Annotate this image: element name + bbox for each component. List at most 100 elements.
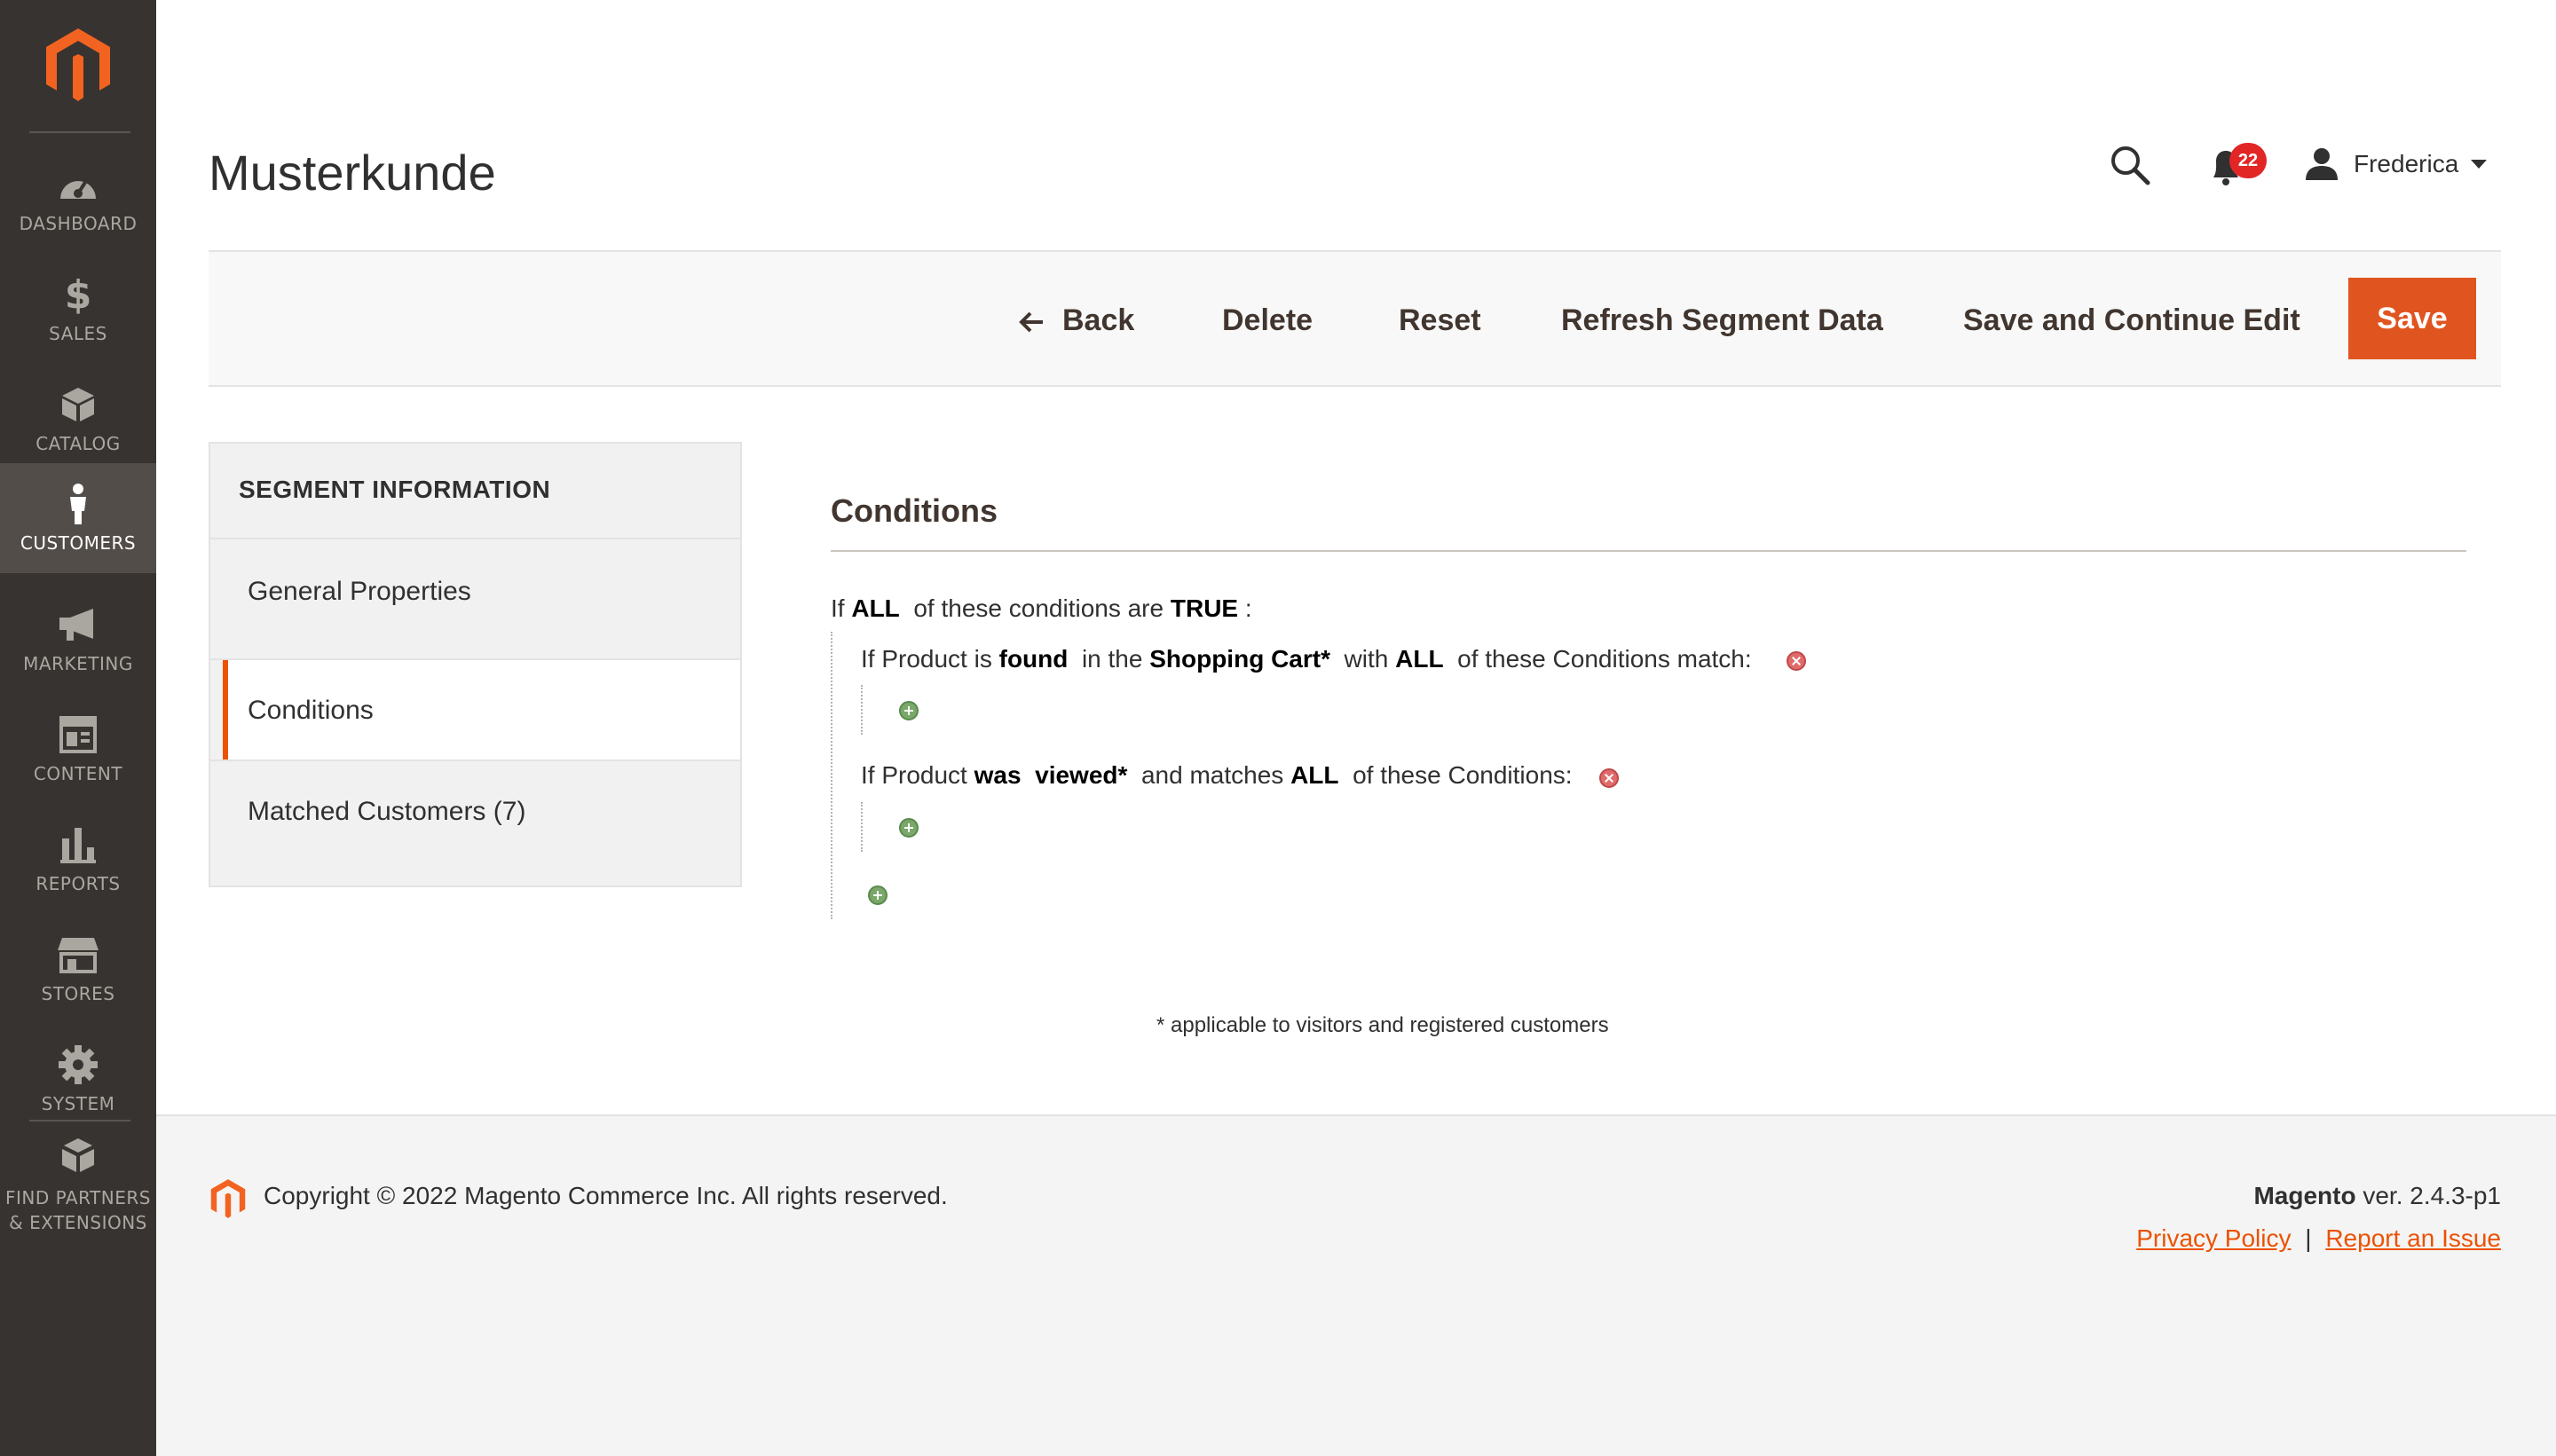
sidebar-divider [29, 1120, 130, 1122]
sidebar-item-marketing[interactable]: MARKETING [0, 584, 156, 694]
add-condition-icon[interactable] [868, 885, 888, 905]
add-condition-icon[interactable] [899, 818, 919, 838]
user-icon [2306, 148, 2338, 180]
sidebar-item-label: DASHBOARD [19, 213, 138, 234]
condition-tree-line [861, 802, 863, 852]
section-divider [831, 550, 2466, 552]
admin-sidebar: DASHBOARD $ SALES CATALOG CUSTOMERS MARK… [0, 0, 156, 1456]
action-select[interactable]: viewed* [1035, 761, 1127, 789]
dollar-icon: $ [64, 272, 92, 318]
operator-select[interactable]: was [974, 761, 1022, 789]
sidebar-item-reports[interactable]: REPORTS [0, 804, 156, 914]
tab-label: General Properties [248, 577, 471, 606]
condition-text: If Product is [861, 645, 992, 673]
link-separator: | [2305, 1224, 2312, 1252]
bar-chart-icon [0, 823, 156, 866]
segment-information-tabs: SEGMENT INFORMATION General Properties C… [209, 442, 742, 887]
add-condition-icon[interactable] [899, 701, 919, 720]
reset-button[interactable]: Reset [1399, 298, 1481, 342]
user-menu[interactable]: Frederica [2304, 142, 2488, 186]
condition-rule-shopping-cart: If Product is found in the Shopping Cart… [861, 645, 1752, 673]
condition-tree-line [831, 632, 832, 919]
cubes-icon [0, 1136, 156, 1178]
condition-root: If ALL of these conditions are TRUE : [831, 594, 1252, 623]
found-select[interactable]: found [999, 645, 1069, 673]
sidebar-item-system[interactable]: SYSTEM [0, 1024, 156, 1134]
person-icon [0, 483, 156, 525]
storefront-icon [0, 933, 156, 976]
remove-condition-icon[interactable] [1787, 651, 1806, 671]
sidebar-item-stores[interactable]: STORES [0, 914, 156, 1024]
layout-icon [0, 713, 156, 756]
chevron-down-icon [2471, 160, 2488, 169]
search-icon[interactable] [2109, 144, 2151, 186]
condition-rule-viewed: If Product was viewed* and matches ALL o… [861, 761, 1573, 790]
tab-divider [210, 538, 740, 539]
save-button[interactable]: Save [2348, 278, 2476, 359]
remove-condition-icon[interactable] [1599, 768, 1619, 788]
sidebar-item-label: CUSTOMERS [20, 532, 137, 554]
tab-general-properties[interactable]: General Properties [210, 541, 740, 641]
arrow-left-icon [1019, 311, 1043, 333]
sidebar-item-customers[interactable]: CUSTOMERS [0, 463, 156, 573]
tab-matched-customers[interactable]: Matched Customers (7) [210, 761, 740, 861]
megaphone-icon [0, 603, 156, 646]
tabs-title: SEGMENT INFORMATION [239, 476, 551, 503]
condition-text: with [1344, 645, 1389, 673]
condition-text: of these Conditions match: [1457, 645, 1752, 673]
tab-conditions[interactable]: Conditions [223, 660, 740, 759]
condition-tree-line [861, 685, 863, 735]
gear-icon [0, 1043, 156, 1086]
sidebar-item-label: REPORTS [36, 873, 121, 894]
sidebar-item-label: CONTENT [33, 763, 123, 784]
box-icon [0, 383, 156, 426]
save-and-continue-button[interactable]: Save and Continue Edit [1963, 298, 2300, 342]
footer-links: Privacy Policy | Report an Issue [2136, 1224, 2501, 1253]
back-label: Back [1062, 303, 1135, 337]
privacy-policy-link[interactable]: Privacy Policy [2136, 1224, 2291, 1252]
conditions-footnote: * applicable to visitors and registered … [1156, 1013, 1609, 1037]
sidebar-item-catalog[interactable]: CATALOG [0, 364, 156, 474]
label-line-1: FIND PARTNERS [5, 1187, 151, 1208]
aggregator-select[interactable]: ALL [851, 594, 899, 622]
page-title: Musterkunde [209, 145, 496, 201]
sidebar-item-label: SALES [49, 323, 107, 344]
page-footer [156, 1114, 2556, 1456]
back-button[interactable]: Back [1018, 298, 1134, 342]
page-actions-bar: Back Delete Reset Refresh Segment Data S… [209, 250, 2501, 387]
sidebar-item-label: STORES [41, 983, 115, 1004]
condition-text: If Product [861, 761, 967, 789]
user-name: Frederica [2354, 150, 2459, 177]
value-select[interactable]: TRUE [1171, 594, 1238, 622]
sidebar-item-find-partners[interactable]: FIND PARTNERS & EXTENSIONS [0, 1127, 156, 1242]
dashboard-icon [0, 163, 156, 206]
aggregator-select[interactable]: ALL [1395, 645, 1443, 673]
condition-text: If [831, 594, 845, 622]
sidebar-divider [29, 131, 130, 133]
delete-button[interactable]: Delete [1222, 298, 1313, 342]
sidebar-item-content[interactable]: CONTENT [0, 694, 156, 804]
refresh-segment-data-button[interactable]: Refresh Segment Data [1561, 298, 1883, 342]
condition-text: of these Conditions: [1353, 761, 1573, 789]
magento-logo[interactable] [44, 27, 112, 103]
report-issue-link[interactable]: Report an Issue [2325, 1224, 2501, 1252]
sidebar-item-dashboard[interactable]: DASHBOARD [0, 144, 156, 254]
brand-name: Magento [2253, 1182, 2356, 1209]
tab-label: Matched Customers (7) [248, 797, 526, 826]
location-select[interactable]: Shopping Cart* [1149, 645, 1330, 673]
tab-label: Conditions [248, 696, 374, 725]
version-number: ver. 2.4.3-p1 [2363, 1182, 2501, 1209]
conditions-section-title: Conditions [831, 492, 998, 529]
condition-text: in the [1081, 645, 1143, 673]
aggregator-select[interactable]: ALL [1290, 761, 1338, 789]
sidebar-item-label: FIND PARTNERS & EXTENSIONS [0, 1185, 156, 1235]
copyright-text: Copyright © 2022 Magento Commerce Inc. A… [264, 1182, 948, 1209]
condition-text: and matches [1140, 761, 1284, 789]
sidebar-item-label: SYSTEM [41, 1093, 115, 1114]
version-info: Magento ver. 2.4.3-p1 [2253, 1182, 2501, 1210]
sidebar-item-label: MARKETING [23, 653, 133, 674]
notification-count-badge[interactable]: 22 [2229, 143, 2267, 178]
condition-text: : [1244, 594, 1252, 622]
label-line-2: & EXTENSIONS [9, 1212, 147, 1233]
sidebar-item-sales[interactable]: $ SALES [0, 254, 156, 364]
